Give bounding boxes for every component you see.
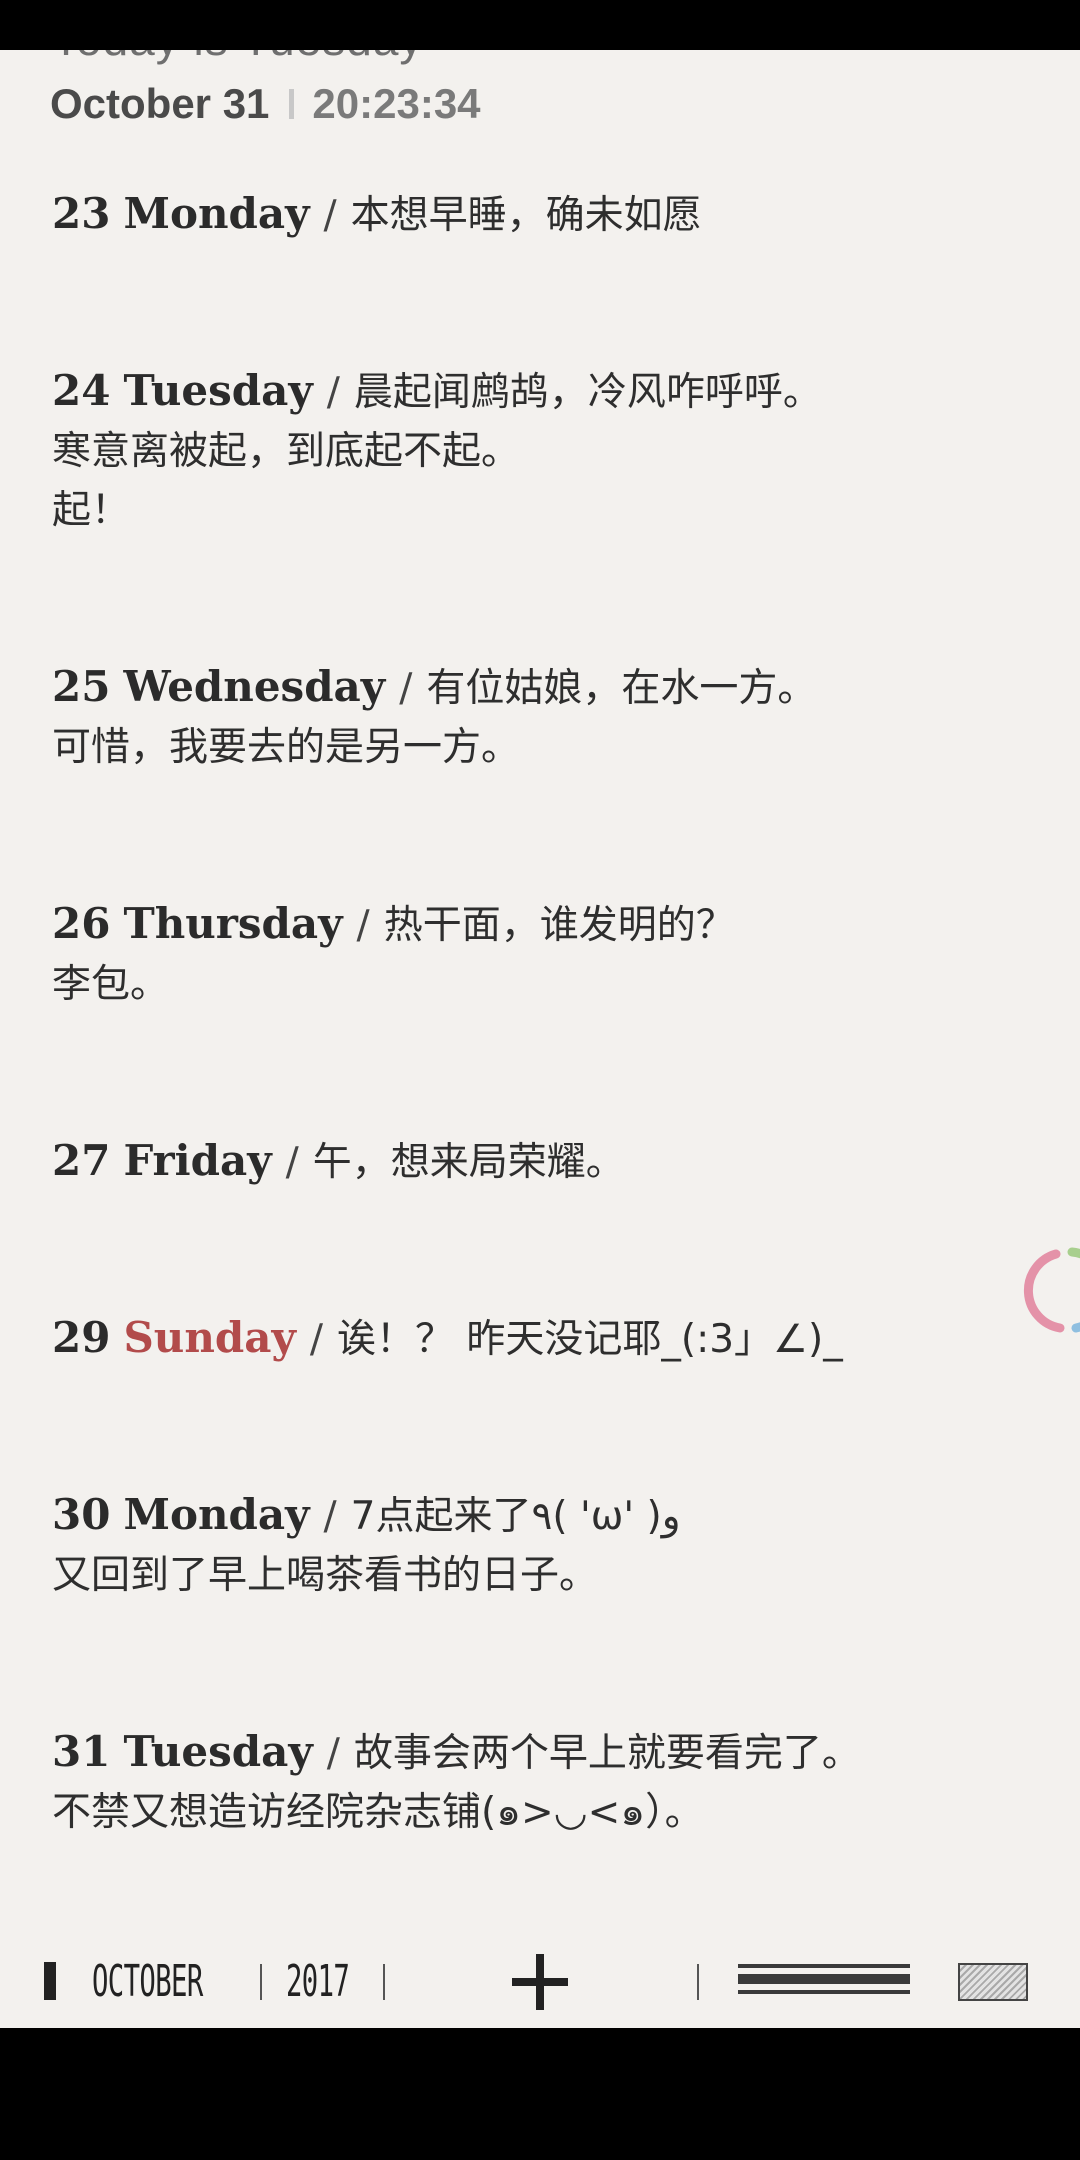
diary-entry[interactable]: 31 Tuesday / 故事会两个早上就要看完了。 不禁又想造访经院杂志铺(๑>◡<… bbox=[52, 1722, 1042, 1842]
header-date: October 31 bbox=[50, 80, 270, 127]
entry-text: 可惜，我要去的是另一方。 bbox=[52, 725, 521, 770]
entry-text: 晨起闻鹧鸪，冷风咋呼呼。 bbox=[353, 370, 822, 415]
entry-text: 起！ bbox=[52, 488, 131, 533]
bottom-toolbar: OCTOBER 2017 bbox=[0, 1910, 1080, 2018]
entry-text: 本想早睡，确未如愿 bbox=[350, 193, 702, 238]
entry-text: 不禁又想造访经院杂志铺(๑>◡<๑）。 bbox=[52, 1790, 704, 1835]
diary-entry[interactable]: 26 Thursday / 热干面，谁发明的？ 李包。 bbox=[52, 894, 1042, 1014]
status-bar bbox=[0, 0, 1080, 50]
entry-text: 又回到了早上喝茶看书的日子。 bbox=[52, 1553, 599, 1598]
header-separator bbox=[289, 89, 295, 119]
entry-slash: / bbox=[326, 1731, 340, 1776]
entry-weekday: Tuesday bbox=[123, 1727, 313, 1776]
month-selector[interactable]: OCTOBER bbox=[92, 1956, 203, 2008]
entry-weekday: Sunday bbox=[123, 1313, 296, 1362]
entry-text: 7点起来了٩( 'ω' )و bbox=[350, 1494, 681, 1539]
diary-entry[interactable]: 25 Wednesday / 有位姑娘，在水一方。 可惜，我要去的是另一方。 bbox=[52, 657, 1042, 777]
divider bbox=[383, 1964, 385, 2000]
entry-weekday: Tuesday bbox=[123, 366, 313, 415]
diary-entry[interactable]: 23 Monday / 本想早睡，确未如愿 bbox=[52, 184, 1042, 245]
divider bbox=[260, 1964, 262, 2000]
diary-entry[interactable]: 30 Monday / 7点起来了٩( 'ω' )و 又回到了早上喝茶看书的日子。 bbox=[52, 1485, 1042, 1605]
entry-text: 热干面，谁发明的？ bbox=[383, 903, 735, 948]
diary-entry[interactable]: 24 Tuesday / 晨起闻鹧鸪，冷风咋呼呼。 寒意离被起，到底起不起。 起！ bbox=[52, 361, 1042, 540]
entry-day-number: 30 bbox=[52, 1490, 111, 1539]
entry-day-number: 27 bbox=[52, 1136, 111, 1185]
entry-weekday: Friday bbox=[123, 1136, 272, 1185]
entry-text: 诶！？ 昨天没记耶_(:3」∠)_ bbox=[336, 1317, 843, 1362]
accent-bar bbox=[44, 1962, 56, 2000]
entry-day-number: 29 bbox=[52, 1313, 111, 1362]
entry-day-number: 24 bbox=[52, 366, 111, 415]
entry-weekday: Monday bbox=[123, 189, 310, 238]
plus-icon[interactable] bbox=[512, 1954, 568, 2010]
entry-day-number: 23 bbox=[52, 189, 111, 238]
divider bbox=[697, 1964, 699, 2000]
entry-slash: / bbox=[323, 193, 337, 238]
entry-slash: / bbox=[326, 370, 340, 415]
entry-weekday: Wednesday bbox=[123, 662, 386, 711]
grid-view-icon[interactable] bbox=[958, 1963, 1028, 2001]
header-clock: 20:23:34 bbox=[312, 80, 481, 127]
entry-day-number: 26 bbox=[52, 899, 111, 948]
entry-slash: / bbox=[399, 666, 413, 711]
entry-weekday: Monday bbox=[123, 1490, 310, 1539]
diary-entry[interactable]: 27 Friday / 午，想来局荣耀。 bbox=[52, 1131, 1042, 1192]
year-selector[interactable]: 2017 bbox=[286, 1956, 350, 2008]
entry-slash: / bbox=[323, 1494, 337, 1539]
entry-text: 寒意离被起，到底起不起。 bbox=[52, 429, 521, 474]
navigation-bar bbox=[0, 2028, 1080, 2160]
loading-spinner-icon bbox=[1023, 1247, 1080, 1333]
entry-weekday: Thursday bbox=[123, 899, 343, 948]
diary-entry[interactable]: 29 Sunday / 诶！？ 昨天没记耶_(:3」∠)_ bbox=[52, 1308, 1042, 1369]
entry-day-number: 25 bbox=[52, 662, 111, 711]
entry-text: 有位姑娘，在水一方。 bbox=[426, 666, 817, 711]
list-view-icon[interactable] bbox=[738, 1964, 910, 1998]
entry-text: 李包。 bbox=[52, 962, 170, 1007]
entry-text: 午，想来局荣耀。 bbox=[312, 1140, 625, 1185]
entry-slash: / bbox=[285, 1140, 299, 1185]
today-line: Today is Tuesday bbox=[52, 50, 423, 66]
entry-slash: / bbox=[356, 903, 370, 948]
diary-screen: Today is Tuesday October 31 20:23:34 23M… bbox=[0, 50, 1080, 2028]
entry-day-number: 31 bbox=[52, 1727, 111, 1776]
entry-text: 故事会两个早上就要看完了。 bbox=[353, 1731, 861, 1776]
entry-slash: / bbox=[309, 1317, 323, 1362]
header-date-time: October 31 20:23:34 bbox=[50, 76, 481, 132]
